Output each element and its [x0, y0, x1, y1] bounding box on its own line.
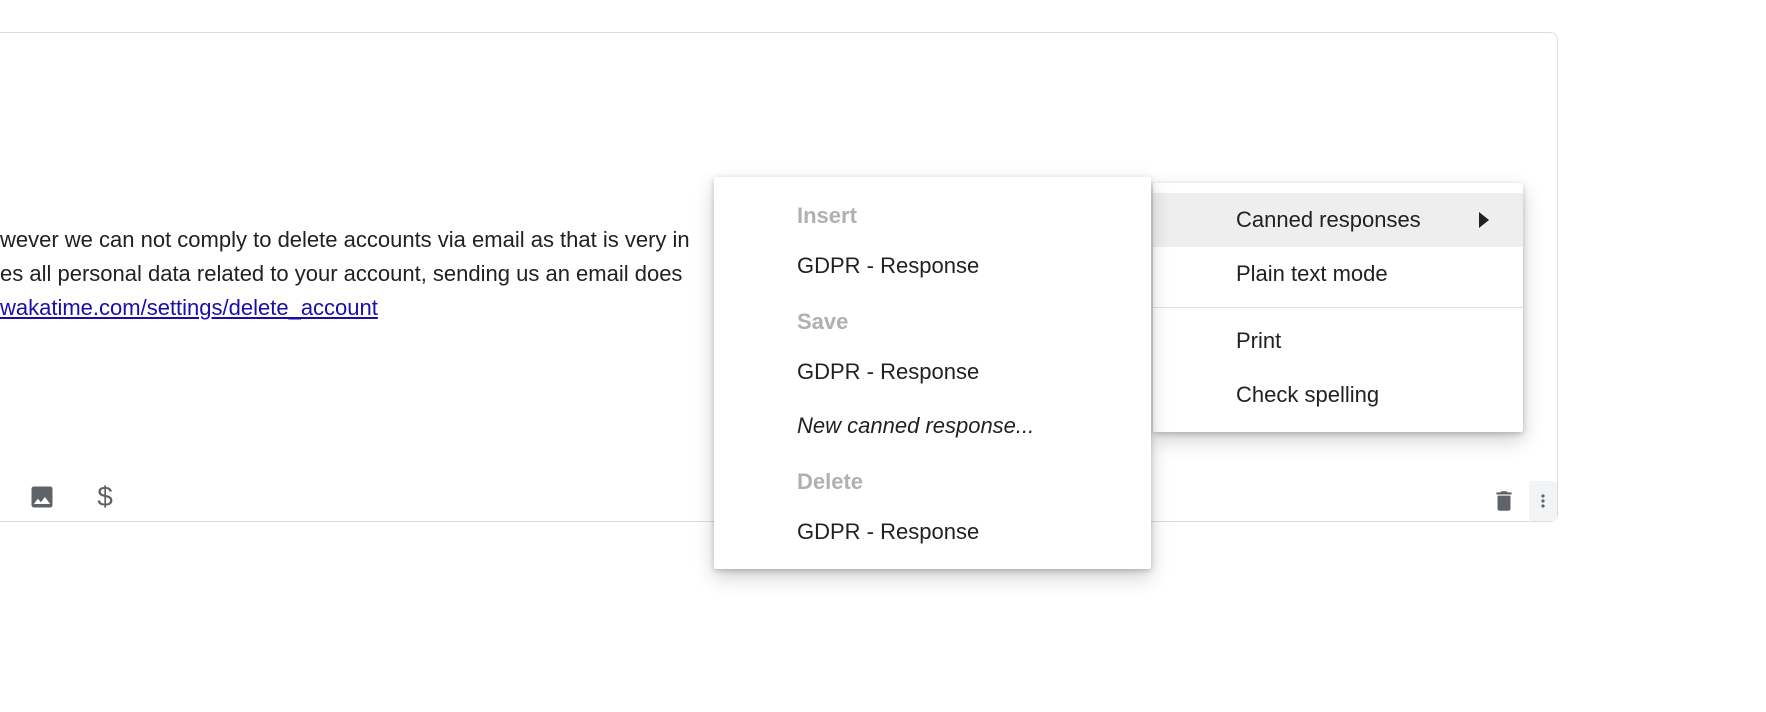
- submenu-delete-gdpr[interactable]: GDPR - Response: [714, 505, 1151, 559]
- submenu-insert-gdpr[interactable]: GDPR - Response: [714, 239, 1151, 293]
- submenu-insert-gdpr-label: GDPR - Response: [797, 253, 979, 279]
- submenu-save-gdpr[interactable]: GDPR - Response: [714, 345, 1151, 399]
- compose-right-icons: [1491, 481, 1557, 521]
- compose-toolbar: $: [28, 483, 119, 511]
- more-options-button[interactable]: [1529, 481, 1557, 521]
- insert-image-icon[interactable]: [28, 483, 56, 511]
- submenu-header-delete: Delete: [714, 453, 1151, 505]
- submenu-save-gdpr-label: GDPR - Response: [797, 359, 979, 385]
- body-line-2: es all personal data related to your acc…: [0, 261, 682, 286]
- more-options-menu: Canned responses Plain text mode Print C…: [1153, 183, 1523, 432]
- submenu-header-save: Save: [714, 293, 1151, 345]
- chevron-right-icon: [1479, 212, 1489, 228]
- submenu-delete-gdpr-label: GDPR - Response: [797, 519, 979, 545]
- delete-account-link[interactable]: wakatime.com/settings/delete_account: [0, 295, 378, 320]
- menu-divider: [1153, 307, 1523, 308]
- submenu-new-canned-response-label: New canned response...: [797, 413, 1034, 439]
- menu-label-canned-responses: Canned responses: [1236, 207, 1421, 233]
- email-body[interactable]: wever we can not comply to delete accoun…: [0, 223, 690, 325]
- menu-item-plain-text[interactable]: Plain text mode: [1153, 247, 1523, 301]
- menu-label-check-spelling: Check spelling: [1236, 382, 1379, 408]
- menu-label-print: Print: [1236, 328, 1281, 354]
- submenu-new-canned-response[interactable]: New canned response...: [714, 399, 1151, 453]
- menu-item-print[interactable]: Print: [1153, 314, 1523, 368]
- menu-item-canned-responses[interactable]: Canned responses: [1153, 193, 1523, 247]
- dollar-icon[interactable]: $: [91, 483, 119, 511]
- menu-item-check-spelling[interactable]: Check spelling: [1153, 368, 1523, 422]
- submenu-header-insert: Insert: [714, 187, 1151, 239]
- canned-responses-submenu: Insert GDPR - Response Save GDPR - Respo…: [714, 177, 1151, 569]
- menu-label-plain-text: Plain text mode: [1236, 261, 1388, 287]
- discard-draft-icon[interactable]: [1491, 488, 1517, 514]
- body-line-1: wever we can not comply to delete accoun…: [0, 227, 690, 252]
